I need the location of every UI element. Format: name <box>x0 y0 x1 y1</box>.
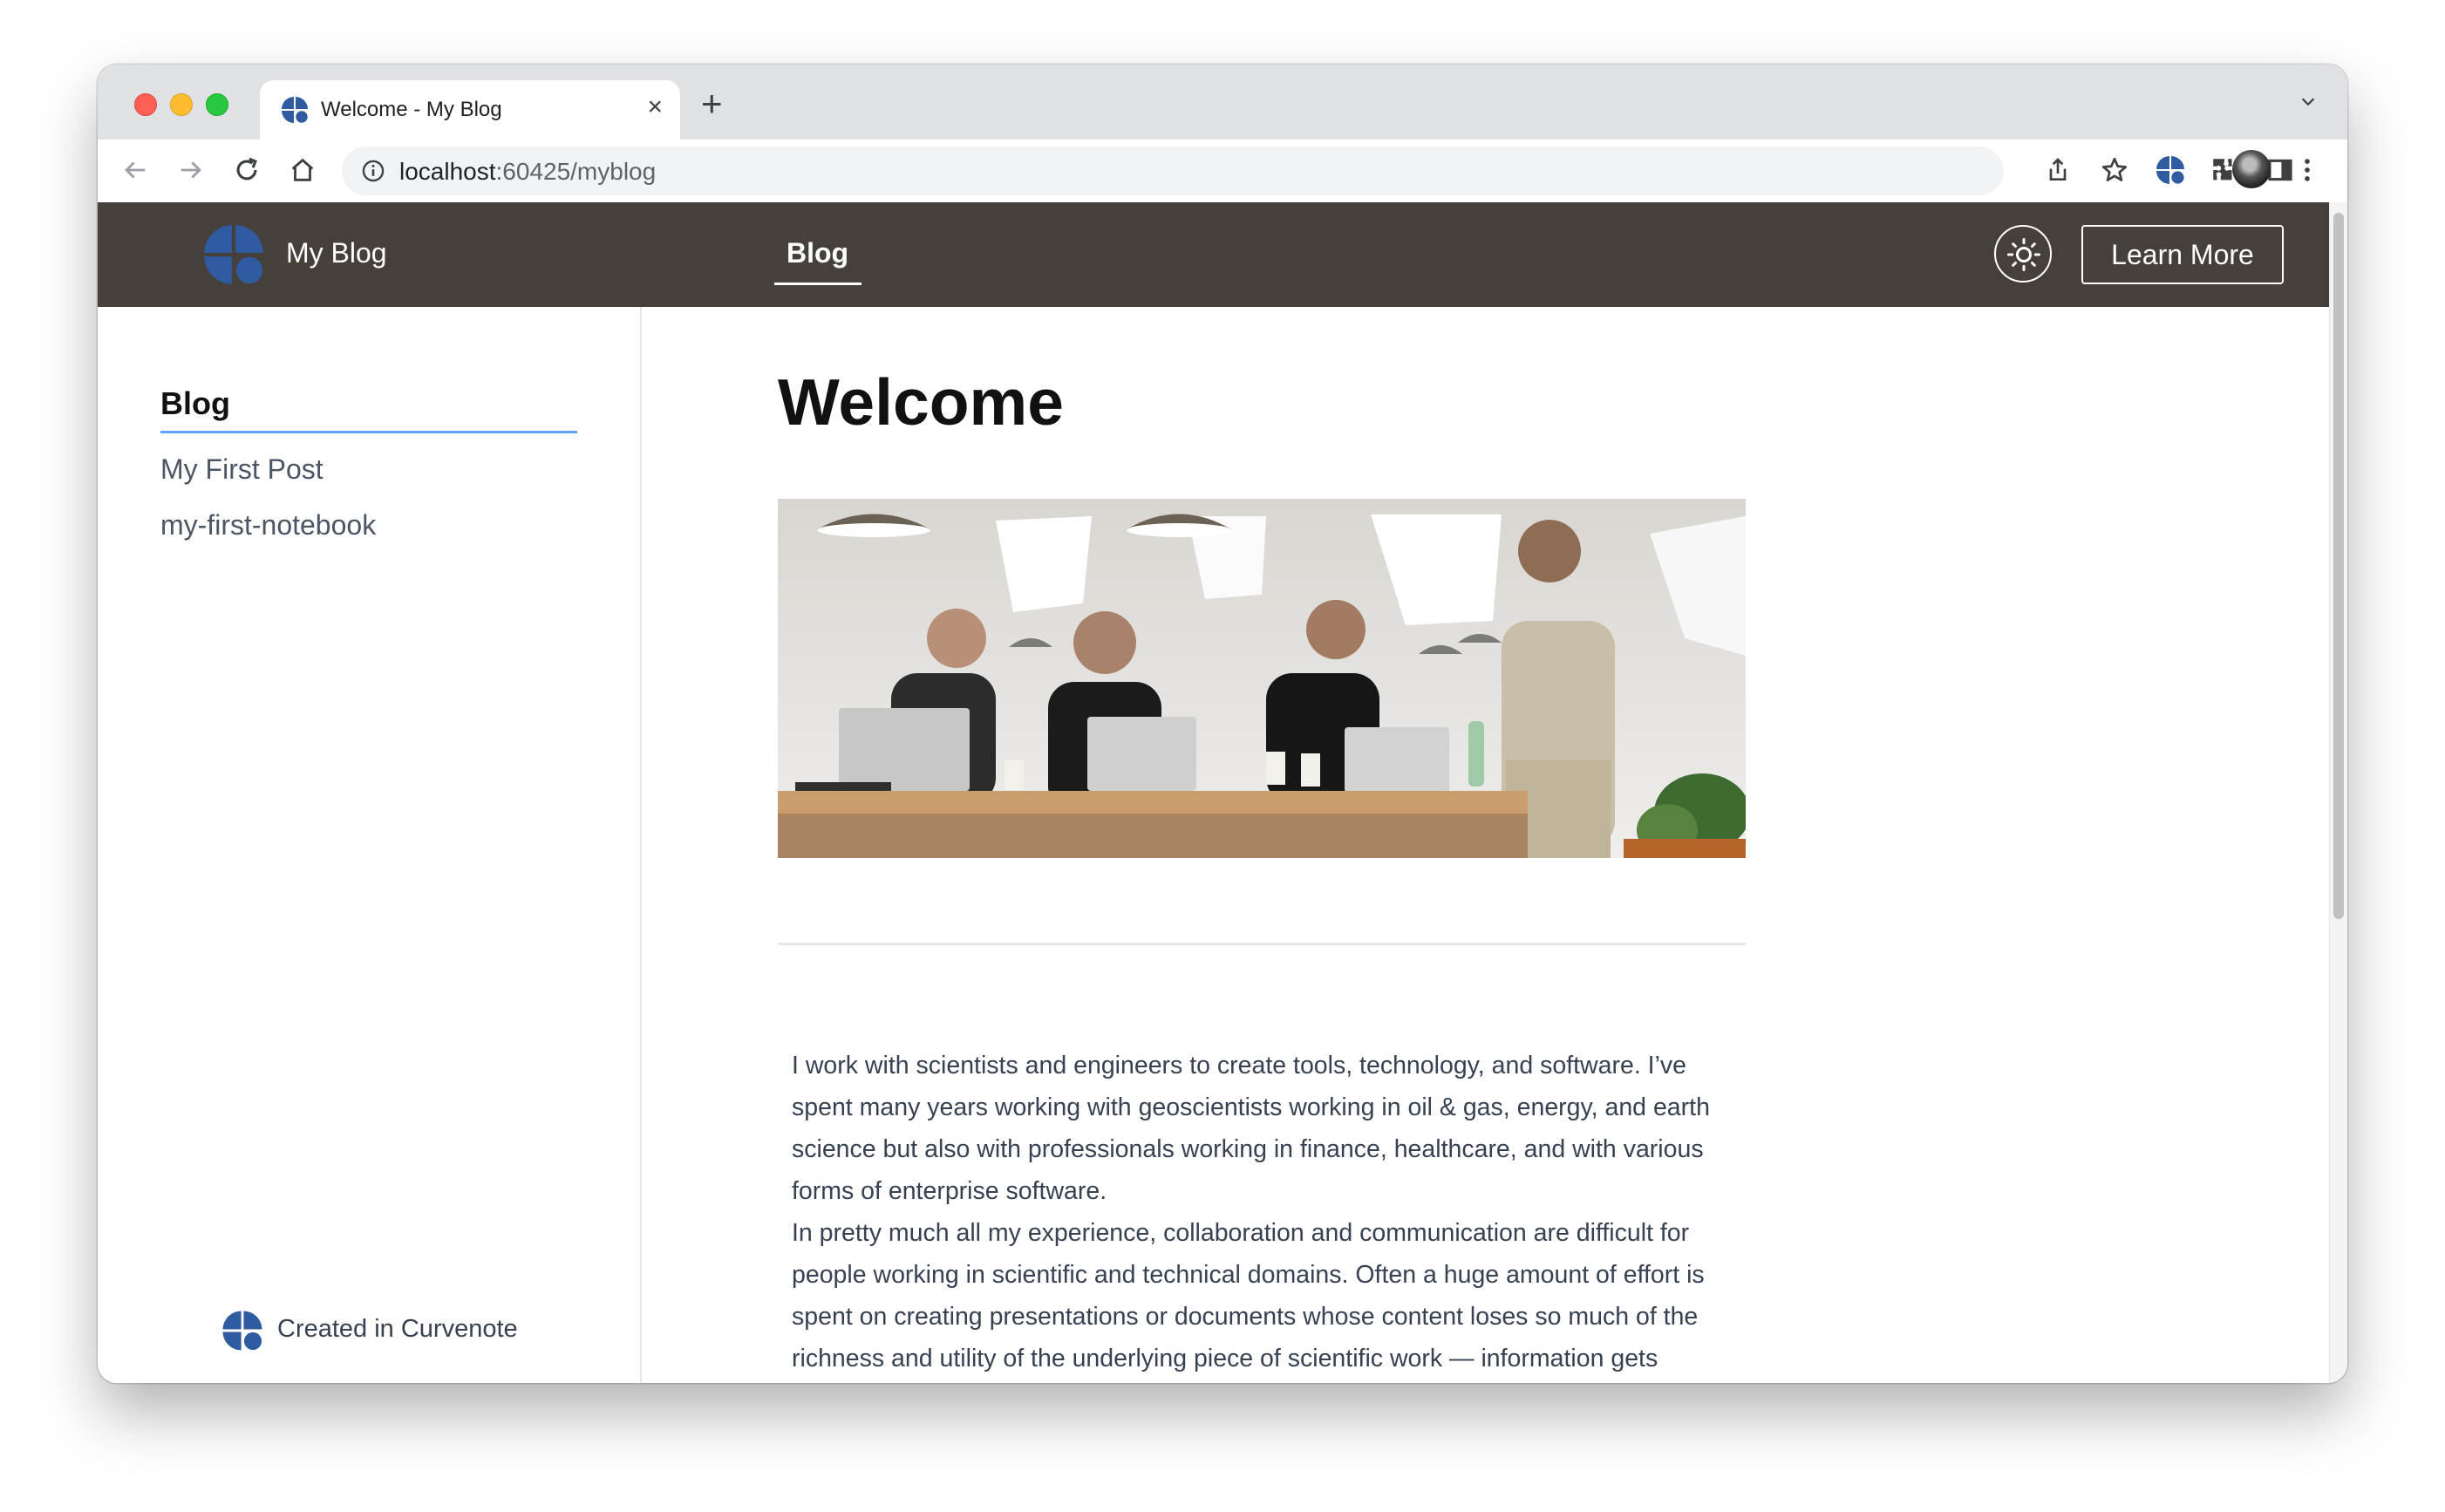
new-tab-button[interactable]: + <box>701 85 723 122</box>
scrollbar-thumb[interactable] <box>2333 213 2344 919</box>
minimize-window-button[interactable] <box>170 93 193 116</box>
created-in-curvenote-label: Created in Curvenote <box>277 1315 518 1343</box>
reload-icon[interactable] <box>232 155 262 185</box>
learn-more-button[interactable]: Learn More <box>2081 225 2284 284</box>
sidebar-heading-blog[interactable]: Blog <box>160 385 230 422</box>
theme-toggle-button[interactable] <box>1994 225 2052 283</box>
forward-arrow-icon[interactable] <box>176 155 206 185</box>
browser-toolbar: localhost:60425/myblog <box>98 140 2347 203</box>
web-page: My Blog Blog Learn More Blog My First Po… <box>98 202 2330 1383</box>
sidebar-heading-underline <box>160 431 577 433</box>
chevron-down-icon[interactable] <box>2299 92 2318 112</box>
sidebar-item-my-first-post[interactable]: My First Post <box>160 453 324 486</box>
curvenote-logo-icon[interactable] <box>202 223 265 286</box>
site-navbar: My Blog Blog Learn More <box>98 202 2330 307</box>
nav-active-indicator <box>774 283 862 285</box>
created-in-curvenote-link[interactable]: Created in Curvenote <box>221 1310 518 1356</box>
address-bar[interactable]: localhost:60425/myblog <box>342 146 2004 195</box>
sidebar-item-my-first-notebook[interactable]: my-first-notebook <box>160 509 376 541</box>
sun-icon <box>2007 238 2040 271</box>
close-tab-icon[interactable]: × <box>647 92 663 122</box>
paragraph: I work with scientists and engineers to … <box>792 1052 1710 1205</box>
url-text: localhost:60425/myblog <box>399 158 656 186</box>
nav-item-blog[interactable]: Blog <box>787 237 848 269</box>
curvenote-logo-icon <box>281 96 309 124</box>
more-menu-icon[interactable] <box>2299 155 2316 185</box>
article-body: I work with scientists and engineers to … <box>792 1045 1751 1379</box>
url-host: localhost <box>399 158 496 185</box>
curvenote-logo-icon <box>222 1311 262 1351</box>
home-icon[interactable] <box>288 155 317 185</box>
curvenote-extension-icon[interactable] <box>2156 155 2185 185</box>
browser-tab-active[interactable]: Welcome - My Blog × <box>260 80 680 140</box>
zoom-window-button[interactable] <box>206 93 228 116</box>
divider <box>778 943 1746 945</box>
tab-title: Welcome - My Blog <box>321 98 502 121</box>
url-path: :60425/myblog <box>495 158 657 185</box>
site-brand-name[interactable]: My Blog <box>286 237 387 269</box>
back-arrow-icon[interactable] <box>120 155 150 185</box>
share-icon[interactable] <box>2044 155 2072 185</box>
paragraph: In pretty much all my experience, collab… <box>792 1219 1705 1372</box>
tab-strip: Welcome - My Blog × + <box>98 65 2347 140</box>
profile-avatar[interactable] <box>2232 150 2271 188</box>
bookmark-star-icon[interactable] <box>2100 155 2129 185</box>
browser-window: Welcome - My Blog × + localhost:60425/my… <box>98 65 2347 1383</box>
close-window-button[interactable] <box>134 93 157 116</box>
info-icon[interactable] <box>361 159 385 183</box>
hero-photo <box>778 499 1746 858</box>
sidebar: Blog My First Post my-first-notebook Cre… <box>98 307 642 1383</box>
page-title: Welcome <box>778 365 1064 439</box>
